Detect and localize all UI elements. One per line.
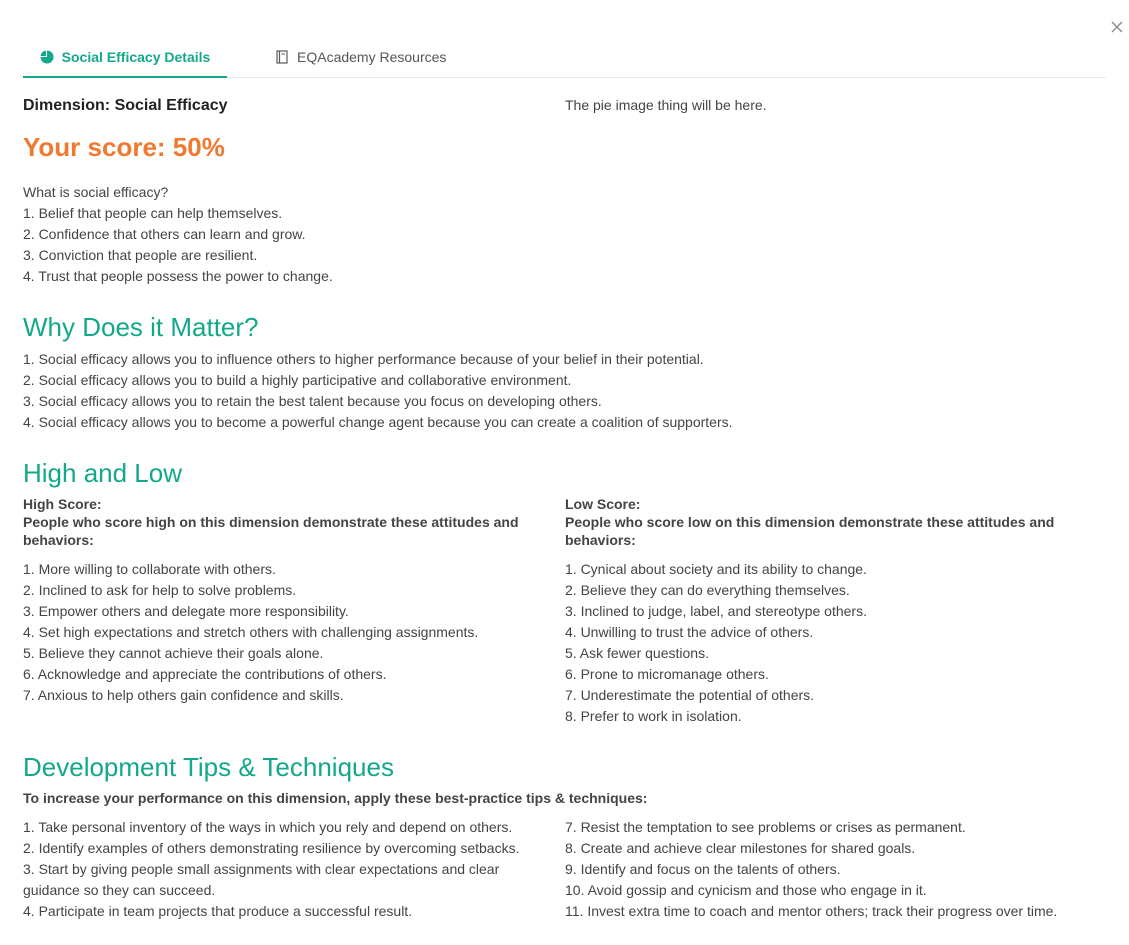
high-score-description: People who score high on this dimension … bbox=[23, 514, 519, 548]
pie-chart-icon bbox=[40, 50, 54, 64]
list-item: 5. Ask fewer questions. bbox=[565, 645, 709, 661]
tips-list-left: 1. Take personal inventory of the ways i… bbox=[23, 817, 543, 922]
list-item: 3. Social efficacy allows you to retain … bbox=[23, 393, 602, 409]
list-item: 5. Believe they cannot achieve their goa… bbox=[23, 645, 324, 661]
list-item: 4. Social efficacy allows you to become … bbox=[23, 414, 733, 430]
list-item: 7. Underestimate the potential of others… bbox=[565, 687, 815, 703]
what-is-question: What is social efficacy? bbox=[23, 184, 169, 200]
list-item: 1. More willing to collaborate with othe… bbox=[23, 561, 276, 577]
list-item: 3. Inclined to judge, label, and stereot… bbox=[565, 603, 867, 619]
list-item: 3. Empower others and delegate more resp… bbox=[23, 603, 349, 619]
why-matter-list: 1. Social efficacy allows you to influen… bbox=[23, 349, 733, 433]
list-item: 2. Believe they can do everything themse… bbox=[565, 582, 850, 598]
list-item: 6. Acknowledge and appreciate the contri… bbox=[23, 666, 387, 682]
pie-placeholder: The pie image thing will be here. bbox=[565, 97, 767, 113]
low-score-label: Low Score: bbox=[565, 496, 641, 512]
list-item: 2. Identify examples of others demonstra… bbox=[23, 840, 520, 856]
why-matter-heading: Why Does it Matter? bbox=[23, 312, 259, 342]
book-icon bbox=[276, 50, 288, 64]
dimension-title: Dimension: Social Efficacy bbox=[23, 97, 228, 114]
tips-list-right: 7. Resist the temptation to see problems… bbox=[565, 817, 1085, 922]
high-score-label: High Score: bbox=[23, 496, 102, 512]
tab-eqacademy-resources[interactable]: EQAcademy Resources bbox=[275, 38, 446, 76]
list-item: 1. Social efficacy allows you to influen… bbox=[23, 351, 704, 367]
list-item: 6. Prone to micromanage others. bbox=[565, 666, 769, 682]
what-is-list: What is social efficacy? 1. Belief that … bbox=[23, 182, 333, 287]
list-item: 8. Prefer to work in isolation. bbox=[565, 708, 742, 724]
list-item: 4. Set high expectations and stretch oth… bbox=[23, 624, 479, 640]
tab-social-efficacy-details[interactable]: Social Efficacy Details bbox=[23, 38, 227, 78]
list-item: 2. Confidence that others can learn and … bbox=[23, 226, 306, 242]
low-score-header: Low Score: People who score low on this … bbox=[565, 495, 1085, 549]
list-item: 7. Anxious to help others gain confidenc… bbox=[23, 687, 344, 703]
close-button[interactable] bbox=[1109, 19, 1125, 35]
list-item: 1. Belief that people can help themselve… bbox=[23, 205, 283, 221]
list-item: 2. Inclined to ask for help to solve pro… bbox=[23, 582, 297, 598]
score-heading: Your score: 50% bbox=[23, 132, 225, 162]
list-item: 4. Unwilling to trust the advice of othe… bbox=[565, 624, 814, 640]
high-score-header: High Score: People who score high on thi… bbox=[23, 495, 543, 549]
high-score-list: 1. More willing to collaborate with othe… bbox=[23, 559, 478, 706]
list-item: 3. Conviction that people are resilient. bbox=[23, 247, 258, 263]
list-item: 9. Identify and focus on the talents of … bbox=[565, 861, 841, 877]
list-item: 4. Trust that people possess the power t… bbox=[23, 268, 333, 284]
list-item: 2. Social efficacy allows you to build a… bbox=[23, 372, 572, 388]
tab-bar: Social Efficacy Details EQAcademy Resour… bbox=[23, 38, 1106, 78]
high-low-heading: High and Low bbox=[23, 458, 182, 488]
tab-label: EQAcademy Resources bbox=[297, 49, 447, 65]
close-icon bbox=[1111, 21, 1123, 33]
tab-label: Social Efficacy Details bbox=[61, 49, 211, 65]
list-item: 4. Participate in team projects that pro… bbox=[23, 903, 413, 919]
low-score-description: People who score low on this dimension d… bbox=[565, 514, 1055, 548]
list-item: 8. Create and achieve clear milestones f… bbox=[565, 840, 916, 856]
list-item: 1. Cynical about society and its ability… bbox=[565, 561, 867, 577]
list-item: 11. Invest extra time to coach and mento… bbox=[565, 903, 1058, 919]
tips-heading: Development Tips & Techniques bbox=[23, 752, 394, 782]
list-item: 10. Avoid gossip and cynicism and those … bbox=[565, 882, 927, 898]
list-item: 3. Start by giving people small assignme… bbox=[23, 861, 500, 898]
low-score-list: 1. Cynical about society and its ability… bbox=[565, 559, 867, 727]
tips-intro: To increase your performance on this dim… bbox=[23, 790, 648, 806]
list-item: 1. Take personal inventory of the ways i… bbox=[23, 819, 513, 835]
list-item: 7. Resist the temptation to see problems… bbox=[565, 819, 966, 835]
